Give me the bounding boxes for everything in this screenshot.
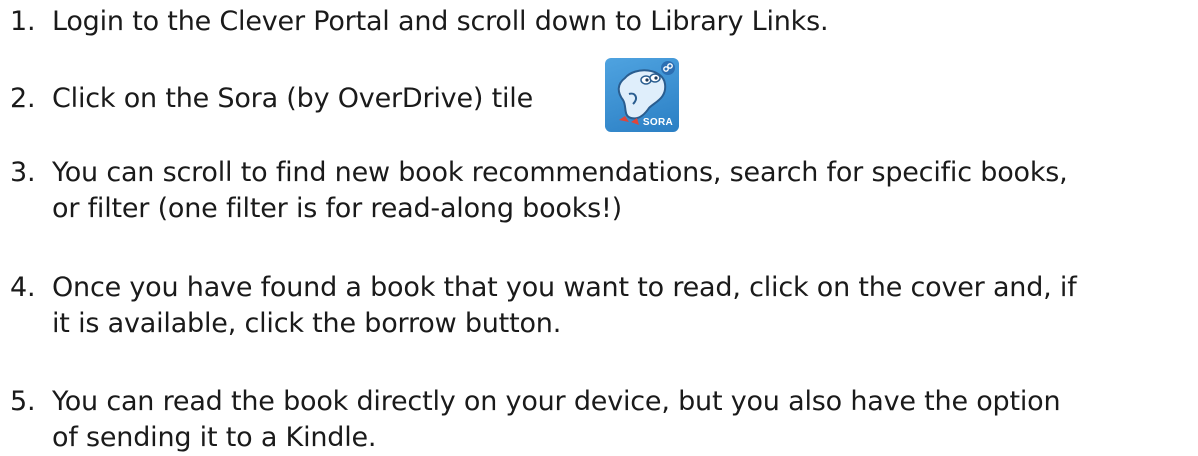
step-number: 1. xyxy=(10,6,36,37)
step-text: Click on the Sora (by OverDrive) tile xyxy=(52,83,533,114)
step-number: 3. xyxy=(10,157,36,188)
step-number: 2. xyxy=(10,83,36,114)
step-5: 5. You can read the book directly on your… xyxy=(10,384,1196,456)
step-1: 1. Login to the Clever Portal and scroll … xyxy=(10,4,1196,40)
step-3: 3. You can scroll to find new book recomm… xyxy=(10,155,1196,227)
sora-app-tile: SORA xyxy=(605,58,679,132)
step-text: You can scroll to find new book recommen… xyxy=(52,157,1068,188)
instruction-list: 1. Login to the Clever Portal and scroll … xyxy=(0,0,1198,455)
step-text-continuation: it is available, click the borrow button… xyxy=(52,308,562,339)
step-text-continuation: or filter (one filter is for read-along … xyxy=(52,193,622,224)
step-text: Once you have found a book that you want… xyxy=(52,272,1077,303)
sora-tile-label: SORA xyxy=(642,117,673,128)
step-text: Login to the Clever Portal and scroll do… xyxy=(52,6,829,37)
step-2: 2. Click on the Sora (by OverDrive) tile xyxy=(10,81,1196,117)
step-4: 4. Once you have found a book that you wa… xyxy=(10,270,1196,342)
step-number: 4. xyxy=(10,272,36,303)
step-number: 5. xyxy=(10,386,36,417)
step-text-continuation: of sending it to a Kindle. xyxy=(52,422,377,453)
step-text: You can read the book directly on your d… xyxy=(52,386,1061,417)
